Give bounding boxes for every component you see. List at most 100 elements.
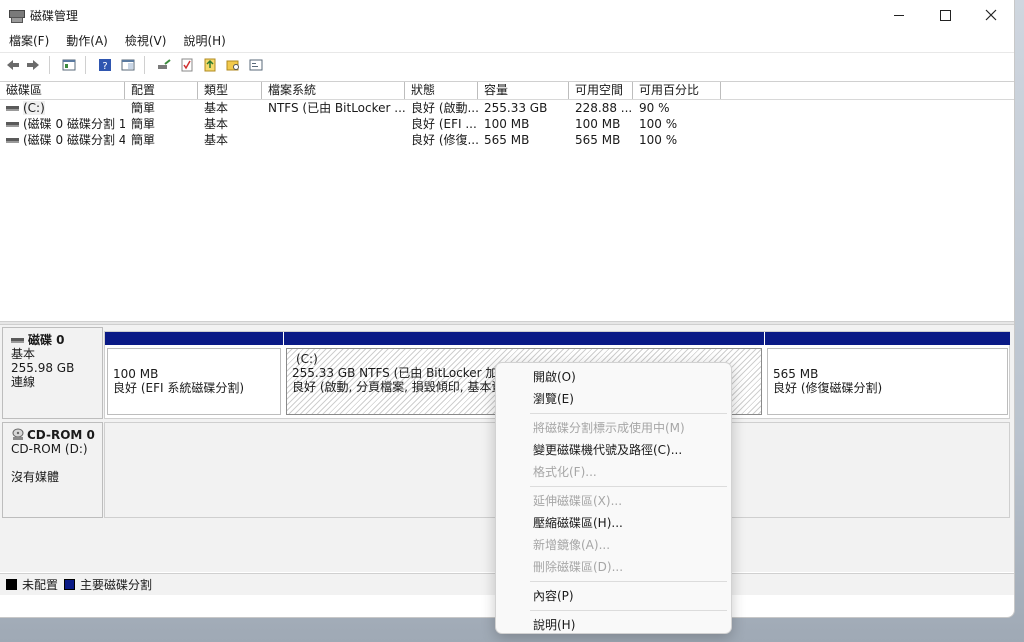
close-icon <box>985 9 997 21</box>
recovery-partition[interactable]: 565 MB 良好 (修復磁碟分割) <box>765 332 1010 418</box>
column-header-file-system[interactable]: 檔案系統 <box>262 82 405 99</box>
properties-pane-button[interactable] <box>118 55 138 75</box>
title-bar: 磁碟管理 <box>0 0 1014 30</box>
console-view-icon <box>249 59 263 70</box>
cdrom-0-drive: CD-ROM (D:) <box>11 442 88 456</box>
menu-item-open[interactable]: 開啟(O) <box>496 366 731 388</box>
volume-row-c[interactable]: (C:) 簡單 基本 NTFS (已由 BitLocker ... 良好 (啟動… <box>0 100 1014 116</box>
menu-separator <box>530 581 727 582</box>
menu-item-properties[interactable]: 內容(P) <box>496 585 731 607</box>
volume-name: (磁碟 0 磁碟分割 1) <box>23 117 125 131</box>
disk-0-label[interactable]: 磁碟 0 基本 255.98 GB 連線 <box>2 327 103 419</box>
disk-0-name-row: 磁碟 0 <box>11 333 102 347</box>
toolbar-separator <box>49 55 50 74</box>
cdrom-0-name: CD-ROM 0 <box>27 428 95 442</box>
check-button[interactable] <box>177 55 197 75</box>
menu-item-shrink-volume[interactable]: 壓縮磁碟區(H)... <box>496 512 731 534</box>
volume-name-cell: (磁碟 0 磁碟分割 4) <box>0 132 125 148</box>
menu-item-help[interactable]: 說明(H) <box>496 614 731 636</box>
cdrom-0-label[interactable]: CD-ROM 0 CD-ROM (D:) 沒有媒體 <box>2 422 103 518</box>
export-button[interactable] <box>200 55 220 75</box>
volume-row-partition-1[interactable]: (磁碟 0 磁碟分割 1) 簡單 基本 良好 (EFI ... 100 MB 1… <box>0 116 1014 132</box>
menu-separator <box>530 610 727 611</box>
window-title: 磁碟管理 <box>30 8 79 23</box>
disk-icon <box>11 337 24 343</box>
efi-partition-size: 100 MB <box>113 367 159 381</box>
status-cell: 良好 (啟動... <box>411 101 478 115</box>
disk-0-name: 磁碟 0 <box>28 333 65 347</box>
minimize-button[interactable] <box>876 0 922 30</box>
volume-list-header: 磁碟區 配置 類型 檔案系統 狀態 容量 可用空間 可用百分比 <box>0 82 1014 100</box>
free-space-cell: 565 MB <box>575 133 621 147</box>
legend-primary: 主要磁碟分割 <box>64 576 152 593</box>
column-header-type[interactable]: 類型 <box>198 82 262 99</box>
forward-arrow-icon <box>27 59 39 70</box>
layout-cell: 簡單 <box>131 101 156 115</box>
disk-0-size: 255.98 GB <box>11 361 75 375</box>
percent-free-cell: 90 % <box>639 101 670 115</box>
efi-partition-body: 100 MB 良好 (EFI 系統磁碟分割) <box>107 348 281 415</box>
unallocated-swatch <box>6 579 17 590</box>
menu-view[interactable]: 檢視(V) <box>116 32 175 49</box>
back-button[interactable] <box>3 55 23 75</box>
volume-name: (磁碟 0 磁碟分割 4) <box>23 133 125 147</box>
type-cell: 基本 <box>204 117 229 131</box>
column-header-capacity[interactable]: 容量 <box>478 82 569 99</box>
status-cell: 良好 (修復... <box>411 133 478 147</box>
menu-item-delete-volume[interactable]: 刪除磁碟區(D)... <box>496 556 731 578</box>
type-cell: 基本 <box>204 133 229 147</box>
type-cell: 基本 <box>204 101 229 115</box>
column-header-volume[interactable]: 磁碟區 <box>0 82 125 99</box>
status-cell: 良好 (EFI ... <box>411 117 477 131</box>
forward-button[interactable] <box>23 55 43 75</box>
disk-0-type: 基本 <box>11 347 36 361</box>
volume-row-partition-4[interactable]: (磁碟 0 磁碟分割 4) 簡單 基本 良好 (修復... 565 MB 565… <box>0 132 1014 148</box>
volume-name: (C:) <box>23 101 45 115</box>
window-controls <box>876 0 1014 30</box>
volume-name-cell: (C:) <box>0 100 125 116</box>
menu-separator <box>530 413 727 414</box>
column-header-free-space[interactable]: 可用空間 <box>569 82 633 99</box>
menu-item-change-drive-letter[interactable]: 變更磁碟機代號及路徑(C)... <box>496 439 731 461</box>
file-system-cell: NTFS (已由 BitLocker ... <box>268 101 405 115</box>
help-button[interactable]: ? <box>95 55 115 75</box>
menu-item-mark-active[interactable]: 將磁碟分割標示成使用中(M) <box>496 417 731 439</box>
menu-action[interactable]: 動作(A) <box>57 32 116 49</box>
menu-item-explore[interactable]: 瀏覽(E) <box>496 388 731 410</box>
menu-item-add-mirror[interactable]: 新增鏡像(A)... <box>496 534 731 556</box>
menu-help[interactable]: 說明(H) <box>174 32 233 49</box>
check-icon <box>181 58 193 71</box>
toolbar-separator <box>144 55 145 74</box>
column-header-percent-free[interactable]: 可用百分比 <box>633 82 721 99</box>
column-header-layout[interactable]: 配置 <box>125 82 198 99</box>
disk-0-state: 連線 <box>11 375 36 389</box>
efi-partition-status: 良好 (EFI 系統磁碟分割) <box>113 381 245 395</box>
close-button[interactable] <box>968 0 1014 30</box>
back-arrow-icon <box>7 59 19 70</box>
console-view-button[interactable] <box>246 55 266 75</box>
legend-primary-label: 主要磁碟分割 <box>80 578 153 592</box>
maximize-button[interactable] <box>922 0 968 30</box>
svg-text:?: ? <box>102 61 107 72</box>
toolbar-separator <box>85 55 86 74</box>
properties-pane-icon <box>121 59 135 70</box>
column-header-status[interactable]: 狀態 <box>405 82 478 99</box>
menu-item-extend-volume[interactable]: 延伸磁碟區(X)... <box>496 490 731 512</box>
menu-item-format[interactable]: 格式化(F)... <box>496 461 731 483</box>
disk-management-app-icon <box>8 8 25 23</box>
recovery-partition-body: 565 MB 良好 (修復磁碟分割) <box>767 348 1008 415</box>
drive-icon <box>6 138 19 143</box>
toolbar: ? <box>0 52 1014 76</box>
file-system-cell <box>262 132 405 148</box>
efi-partition[interactable]: 100 MB 良好 (EFI 系統磁碟分割) <box>105 332 283 418</box>
menu-separator <box>530 486 727 487</box>
percent-free-cell: 100 % <box>639 117 678 131</box>
connect-drive-button[interactable] <box>154 55 174 75</box>
menu-file[interactable]: 檔案(F) <box>0 32 57 49</box>
free-space-cell: 228.88 ... <box>575 101 633 115</box>
folder-search-button[interactable] <box>223 55 243 75</box>
percent-free-cell: 100 % <box>639 133 678 147</box>
primary-partition-swatch <box>64 579 76 590</box>
primary-partition-bar <box>765 332 1010 345</box>
show-hide-console-tree-button[interactable] <box>59 55 79 75</box>
